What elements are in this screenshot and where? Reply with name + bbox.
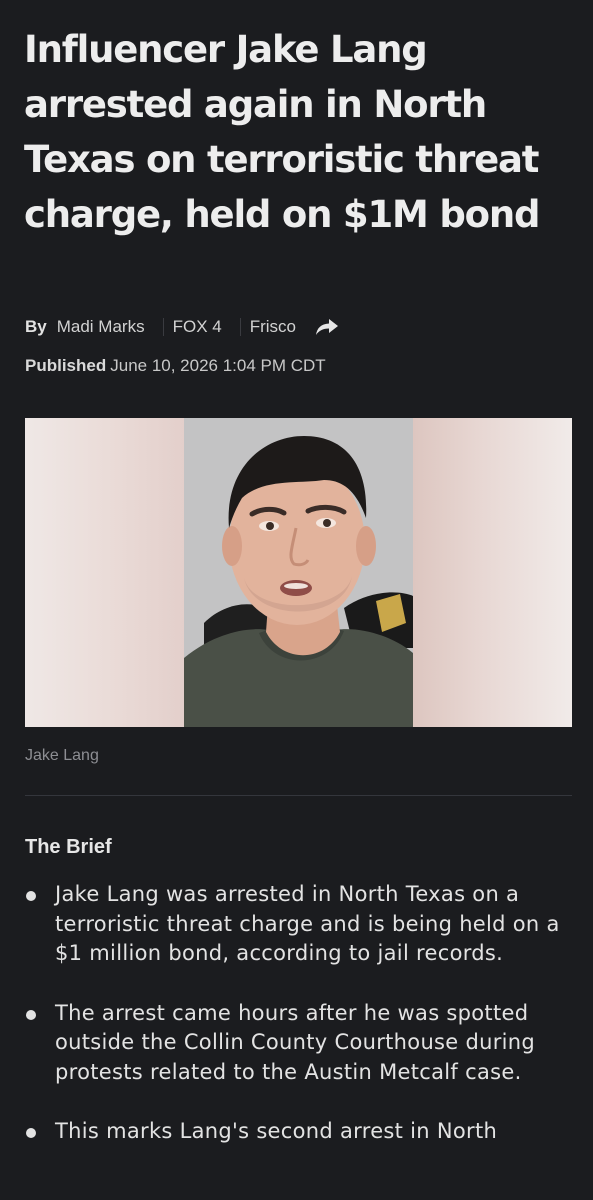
brief-list: Jake Lang was arrested in North Texas on… bbox=[0, 880, 593, 1177]
article-photo[interactable] bbox=[25, 418, 572, 727]
byline: By Madi Marks FOX 4 Frisco bbox=[25, 315, 340, 339]
photo-blur-right bbox=[413, 418, 572, 727]
byline-separator bbox=[162, 318, 164, 336]
published-line: Published June 10, 2026 1:04 PM CDT bbox=[25, 356, 326, 376]
photo-caption: Jake Lang bbox=[25, 747, 99, 764]
author-link[interactable]: Madi Marks bbox=[57, 317, 145, 337]
by-label: By bbox=[25, 317, 47, 336]
brief-item: This marks Lang's second arrest in North bbox=[0, 1117, 593, 1147]
brief-item: Jake Lang was arrested in North Texas on… bbox=[0, 880, 593, 969]
article-headline: Influencer Jake Lang arrested again in N… bbox=[24, 28, 540, 236]
photo-blur-left bbox=[25, 418, 184, 727]
published-label: Published bbox=[25, 356, 107, 375]
share-arrow-icon[interactable] bbox=[314, 317, 340, 337]
mugshot-image bbox=[184, 418, 413, 727]
section-divider bbox=[25, 795, 572, 796]
outlet-link[interactable]: FOX 4 bbox=[173, 317, 222, 337]
article-page: Influencer Jake Lang arrested again in N… bbox=[0, 0, 593, 1200]
published-date: June 10, 2026 1:04 PM CDT bbox=[110, 356, 326, 375]
byline-separator bbox=[239, 318, 241, 336]
brief-item: The arrest came hours after he was spott… bbox=[0, 999, 593, 1088]
location-link[interactable]: Frisco bbox=[250, 317, 296, 337]
brief-heading: The Brief bbox=[25, 836, 112, 858]
